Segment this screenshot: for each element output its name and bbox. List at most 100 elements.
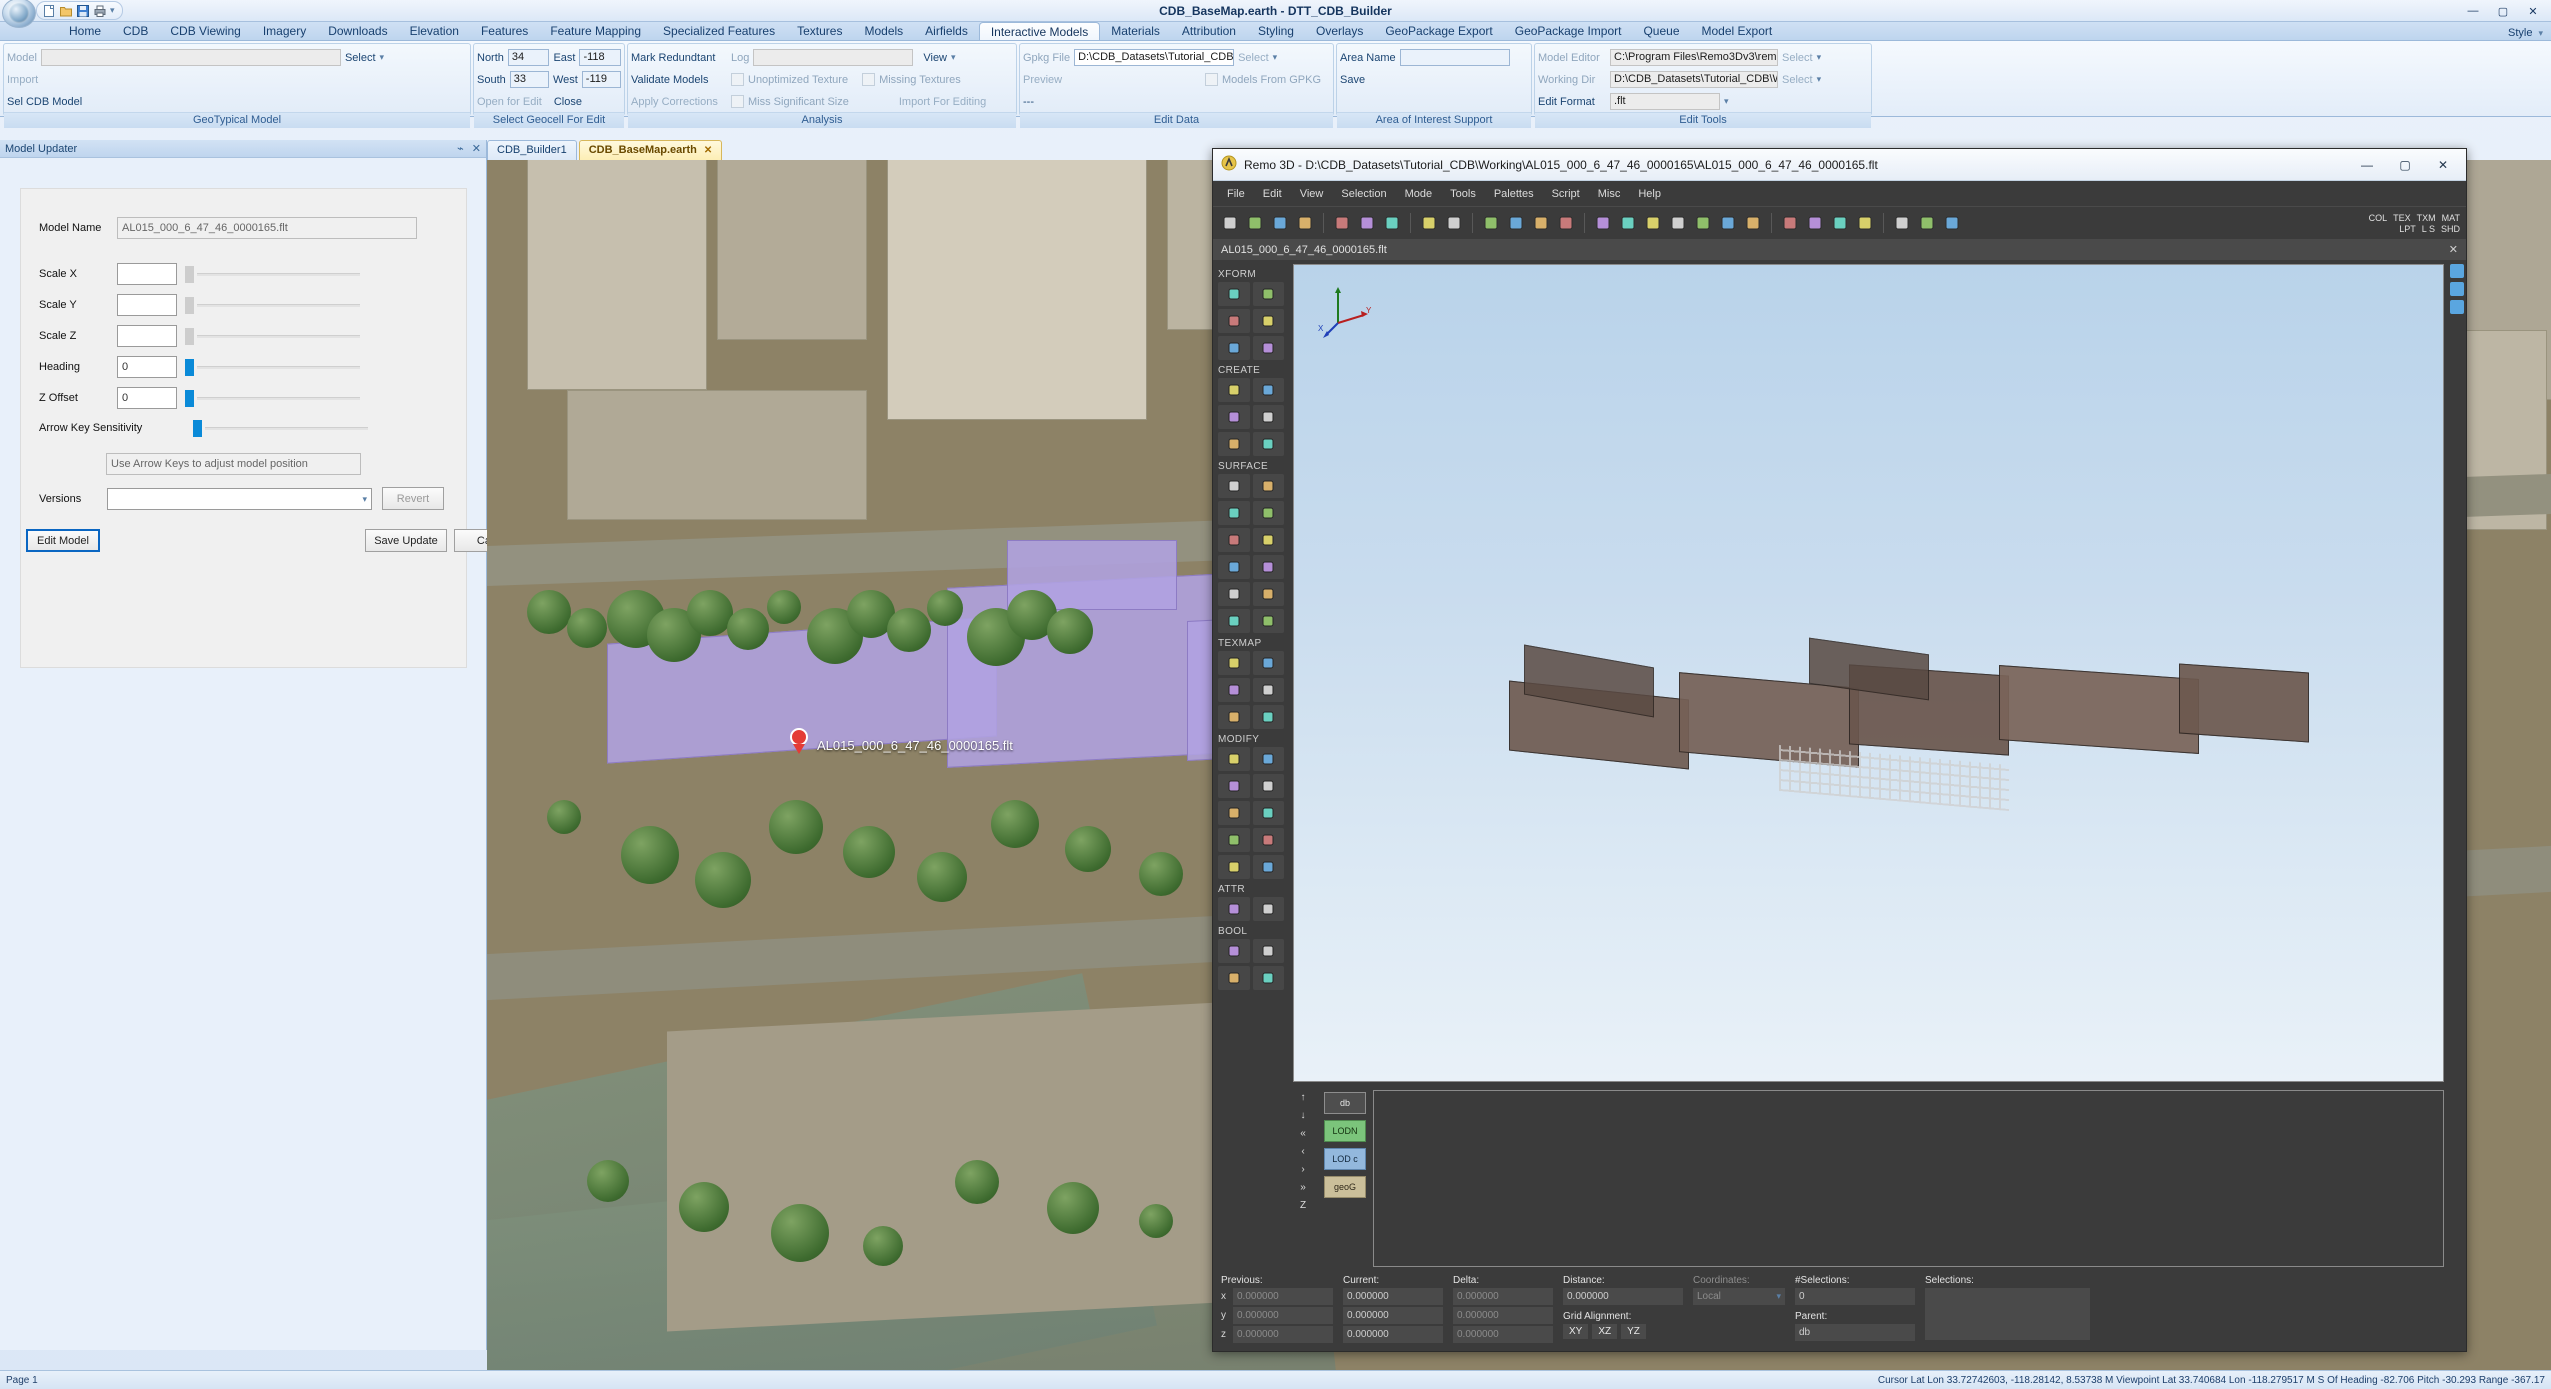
palette-modify-tool-9-icon[interactable]	[1218, 855, 1250, 879]
remo-menu-script[interactable]: Script	[1544, 185, 1588, 203]
coordinates-chevron-down-icon[interactable]: ▾	[1776, 1288, 1781, 1305]
aoi-save-button[interactable]: Save	[1340, 74, 1365, 86]
remo3d-minimize-button[interactable]: —	[2348, 151, 2386, 179]
status-value-current-1[interactable]: 0.000000	[1343, 1288, 1443, 1305]
palette-modify-tool-5-icon[interactable]	[1218, 801, 1250, 825]
remo-toolbar-cut-icon[interactable]	[1331, 212, 1353, 234]
arrow-key-sensitivity-slider-thumb[interactable]	[193, 420, 202, 437]
ribbon-tab-imagery[interactable]: Imagery	[252, 22, 317, 40]
coordinates-select[interactable]: Local ▾	[1693, 1288, 1785, 1305]
gpkg-file-input[interactable]: D:\CDB_Datasets\Tutorial_CDB\Tiles\N	[1074, 49, 1235, 66]
status-value-delta-2[interactable]: 0.000000	[1453, 1307, 1553, 1324]
ribbon-tab-downloads[interactable]: Downloads	[317, 22, 398, 40]
remo-menu-tools[interactable]: Tools	[1442, 185, 1484, 203]
palette-xform-tool-3-icon[interactable]	[1218, 309, 1250, 333]
lod-node-db[interactable]: db	[1324, 1092, 1366, 1114]
channel-tab-mat[interactable]: MAT	[2442, 213, 2460, 223]
gpkg-select-chevron-down-icon[interactable]: ▾	[1273, 52, 1278, 63]
models-from-gpkg-checkbox[interactable]	[1205, 73, 1218, 86]
z-offset-input[interactable]: 0	[117, 387, 177, 409]
channel-tab-lpt[interactable]: LPT	[2399, 224, 2416, 234]
save-update-button[interactable]: Save Update	[365, 529, 447, 552]
ribbon-tab-elevation[interactable]: Elevation	[399, 22, 470, 40]
scale-y-slider[interactable]	[185, 295, 360, 315]
status-value-previous-2[interactable]: 0.000000	[1233, 1307, 1333, 1324]
missing-textures-checkbox[interactable]	[862, 73, 876, 86]
grid-alignment-xy-button[interactable]: XY	[1563, 1324, 1589, 1339]
remo-toolbar-save-icon[interactable]	[1269, 212, 1291, 234]
working-dir-chevron-down-icon[interactable]: ▾	[1817, 74, 1822, 85]
status-value-parent[interactable]: db	[1795, 1324, 1915, 1341]
lod-node-lod-c[interactable]: LOD c	[1324, 1148, 1366, 1170]
remo-toolbar-color-icon[interactable]	[1804, 212, 1826, 234]
lod-prev-arrow-icon[interactable]: ‹	[1301, 1146, 1304, 1157]
scale-z-slider-thumb[interactable]	[185, 328, 194, 345]
palette-texmap-tool-1-icon[interactable]	[1218, 651, 1250, 675]
heading-slider[interactable]	[185, 357, 360, 377]
palette-modify-tool-3-icon[interactable]	[1218, 774, 1250, 798]
palette-xform-tool-2-icon[interactable]	[1252, 282, 1284, 306]
palette-attr-tool-1-icon[interactable]	[1218, 897, 1250, 921]
ribbon-tab-feature-mapping[interactable]: Feature Mapping	[539, 22, 652, 40]
lod-node-geog[interactable]: geoG	[1324, 1176, 1366, 1198]
lod-node-lodn[interactable]: LODN	[1324, 1120, 1366, 1142]
east-input[interactable]: -118	[579, 49, 621, 66]
view-button[interactable]: View	[923, 52, 947, 64]
palette-texmap-tool-6-icon[interactable]	[1252, 705, 1284, 729]
remo-toolbar-lod-icon[interactable]	[1617, 212, 1639, 234]
remo-toolbar-texture-icon[interactable]	[1829, 212, 1851, 234]
palette-create-tool-6-icon[interactable]	[1252, 432, 1284, 456]
model-select-chevron-down-icon[interactable]: ▾	[380, 52, 385, 63]
document-tab-close-icon[interactable]: ✕	[704, 145, 712, 156]
remo-toolbar-sound-icon[interactable]	[1779, 212, 1801, 234]
import-button[interactable]: Import	[7, 74, 38, 86]
grid-alignment-yz-button[interactable]: YZ	[1621, 1324, 1646, 1339]
palette-modify-tool-10-icon[interactable]	[1252, 855, 1284, 879]
print-icon[interactable]	[93, 4, 107, 18]
ribbon-tab-geopackage-import[interactable]: GeoPackage Import	[1504, 22, 1633, 40]
ribbon-tab-home[interactable]: Home	[58, 22, 112, 40]
remo-toolbar-print-icon[interactable]	[1294, 212, 1316, 234]
remo-toolbar-sum-icon[interactable]	[1916, 212, 1938, 234]
palette-texmap-tool-2-icon[interactable]	[1252, 651, 1284, 675]
palette-modify-tool-8-icon[interactable]	[1252, 828, 1284, 852]
unoptimized-texture-checkbox[interactable]	[731, 73, 744, 86]
ribbon-tab-styling[interactable]: Styling	[1247, 22, 1305, 40]
model-editor-input[interactable]: C:\Program Files\Remo3Dv3\remo3d.e	[1610, 49, 1778, 66]
palette-bool-tool-4-icon[interactable]	[1252, 966, 1284, 990]
ribbon-tab-features[interactable]: Features	[470, 22, 539, 40]
remo-toolbar-new-icon[interactable]	[1219, 212, 1241, 234]
edit-format-input[interactable]: .flt	[1610, 93, 1720, 110]
document-tab-cdb-basemap-earth[interactable]: CDB_BaseMap.earth ✕	[578, 140, 723, 160]
palette-modify-tool-4-icon[interactable]	[1252, 774, 1284, 798]
palette-surface-tool-9-icon[interactable]	[1218, 582, 1250, 606]
palette-create-tool-5-icon[interactable]	[1218, 432, 1250, 456]
new-icon[interactable]	[42, 4, 56, 18]
style-selector[interactable]: Style ▾	[2508, 27, 2543, 39]
channel-tab-shd[interactable]: SHD	[2441, 224, 2460, 234]
remo-menu-misc[interactable]: Misc	[1590, 185, 1629, 203]
remo-menu-view[interactable]: View	[1292, 185, 1332, 203]
status-value-selections[interactable]	[1925, 1288, 2090, 1340]
model-select-button[interactable]: Select	[345, 52, 376, 64]
remo3d-close-button[interactable]: ✕	[2424, 151, 2462, 179]
palette-surface-tool-2-icon[interactable]	[1252, 474, 1284, 498]
remo-toolbar-light-icon[interactable]	[1667, 212, 1689, 234]
scale-y-input[interactable]	[117, 294, 177, 316]
remo-menu-edit[interactable]: Edit	[1255, 185, 1290, 203]
panel-pin-icon[interactable]: ⌁	[457, 142, 464, 155]
edit-format-chevron-down-icon[interactable]: ▾	[1724, 96, 1729, 107]
ribbon-tab-queue[interactable]: Queue	[1632, 22, 1690, 40]
scale-x-input[interactable]	[117, 263, 177, 285]
ribbon-tab-airfields[interactable]: Airfields	[914, 22, 979, 40]
remo3d-document-tab[interactable]: AL015_000_6_47_46_0000165.flt	[1221, 244, 1387, 256]
z-offset-slider[interactable]	[185, 388, 360, 408]
remo-toolbar-face-icon[interactable]	[1505, 212, 1527, 234]
model-name-input[interactable]: AL015_000_6_47_46_0000165.flt	[117, 217, 417, 239]
scale-z-slider[interactable]	[185, 326, 360, 346]
status-value-delta-3[interactable]: 0.000000	[1453, 1326, 1553, 1343]
ribbon-tab-cdb-viewing[interactable]: CDB Viewing	[159, 22, 251, 40]
model-editor-select-button[interactable]: Select	[1782, 52, 1813, 64]
palette-texmap-tool-3-icon[interactable]	[1218, 678, 1250, 702]
remo-toolbar-dof-icon[interactable]	[1717, 212, 1739, 234]
